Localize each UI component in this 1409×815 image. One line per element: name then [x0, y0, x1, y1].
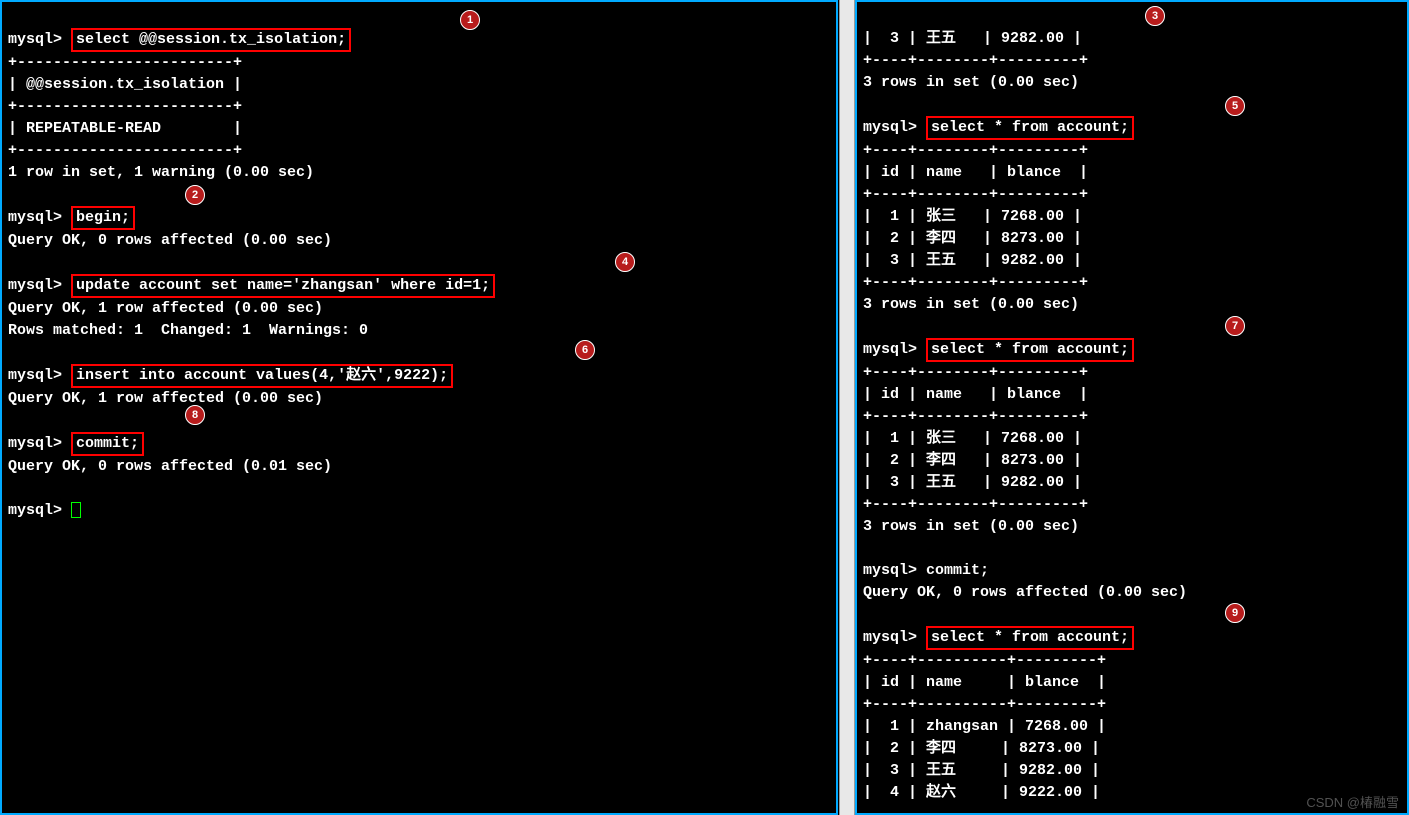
- table-separator: +----+--------+---------+: [863, 364, 1088, 381]
- table-header: | @@session.tx_isolation |: [8, 76, 242, 93]
- table-separator: +------------------------+: [8, 98, 242, 115]
- terminal-left[interactable]: mysql> select @@session.tx_isolation; +-…: [0, 0, 838, 815]
- watermark-text: CSDN @椿融雪: [1306, 792, 1399, 811]
- mysql-prompt: mysql>: [8, 435, 62, 452]
- cursor-icon: [71, 502, 81, 518]
- table-separator: +------------------------+: [8, 142, 242, 159]
- table-separator: +----+--------+---------+: [863, 142, 1088, 159]
- table-row: | REPEATABLE-READ |: [8, 120, 242, 137]
- command-select-5: select * from account;: [926, 116, 1134, 140]
- mysql-prompt: mysql>: [863, 562, 917, 579]
- table-row: | 1 | 张三 | 7268.00 |: [863, 208, 1082, 225]
- table-separator: +----+--------+---------+: [863, 496, 1088, 513]
- table-row: | 4 | 赵六 | 9222.00 |: [863, 784, 1100, 801]
- command-insert: insert into account values(4,'赵六',9222);: [71, 364, 453, 388]
- table-separator: +----+--------+---------+: [863, 408, 1088, 425]
- table-separator: +------------------------+: [8, 54, 242, 71]
- result-text: Rows matched: 1 Changed: 1 Warnings: 0: [8, 322, 368, 339]
- result-text: 3 rows in set (0.00 sec): [863, 74, 1079, 91]
- command-commit: commit;: [71, 432, 144, 456]
- table-row: | 1 | zhangsan | 7268.00 |: [863, 718, 1106, 735]
- mysql-prompt: mysql>: [8, 277, 62, 294]
- step-badge-6: 6: [575, 340, 595, 360]
- table-row: | 3 | 王五 | 9282.00 |: [863, 474, 1082, 491]
- table-header: | id | name | blance |: [863, 386, 1088, 403]
- mysql-prompt: mysql>: [863, 119, 917, 136]
- table-row: | 2 | 李四 | 8273.00 |: [863, 230, 1082, 247]
- mysql-prompt: mysql>: [8, 31, 62, 48]
- table-header: | id | name | blance |: [863, 674, 1106, 691]
- step-badge-5: 5: [1225, 96, 1245, 116]
- table-row: | 1 | 张三 | 7268.00 |: [863, 430, 1082, 447]
- result-text: Query OK, 0 rows affected (0.00 sec): [863, 584, 1187, 601]
- command-update: update account set name='zhangsan' where…: [71, 274, 495, 298]
- table-row: | 3 | 王五 | 9282.00 |: [863, 762, 1100, 779]
- table-header: | id | name | blance |: [863, 164, 1088, 181]
- step-badge-7: 7: [1225, 316, 1245, 336]
- table-separator: +----+--------+---------+: [863, 52, 1088, 69]
- command-select-isolation: select @@session.tx_isolation;: [71, 28, 351, 52]
- table-separator: +----+----------+---------+: [863, 696, 1106, 713]
- result-text: 1 row in set, 1 warning (0.00 sec): [8, 164, 314, 181]
- result-text: Query OK, 0 rows affected (0.00 sec): [8, 232, 332, 249]
- table-row: | 3 | 王五 | 9282.00 |: [863, 30, 1082, 47]
- terminal-right[interactable]: | 3 | 王五 | 9282.00 | +----+--------+----…: [855, 0, 1409, 815]
- step-badge-1: 1: [460, 10, 480, 30]
- result-text: 3 rows in set (0.00 sec): [863, 518, 1079, 535]
- step-badge-4: 4: [615, 252, 635, 272]
- table-separator: +----+--------+---------+: [863, 274, 1088, 291]
- table-separator: +----+----------+---------+: [863, 652, 1106, 669]
- table-row: | 3 | 王五 | 9282.00 |: [863, 252, 1082, 269]
- table-row: | 2 | 李四 | 8273.00 |: [863, 452, 1082, 469]
- mysql-prompt: mysql>: [863, 341, 917, 358]
- mysql-prompt: mysql>: [8, 367, 62, 384]
- mysql-prompt: mysql>: [8, 502, 62, 519]
- step-badge-8: 8: [185, 405, 205, 425]
- result-text: Query OK, 0 rows affected (0.01 sec): [8, 458, 332, 475]
- table-separator: +----+--------+---------+: [863, 186, 1088, 203]
- mysql-prompt: mysql>: [8, 209, 62, 226]
- command-begin: begin;: [71, 206, 135, 230]
- command-select-9: select * from account;: [926, 626, 1134, 650]
- step-badge-2: 2: [185, 185, 205, 205]
- mysql-prompt: mysql>: [863, 629, 917, 646]
- result-text: Query OK, 1 row affected (0.00 sec): [8, 390, 323, 407]
- command-select-7: select * from account;: [926, 338, 1134, 362]
- table-row: | 2 | 李四 | 8273.00 |: [863, 740, 1100, 757]
- step-badge-3: 3: [1145, 6, 1165, 26]
- pane-splitter[interactable]: [839, 0, 855, 815]
- result-text: Query OK, 1 row affected (0.00 sec): [8, 300, 323, 317]
- command-commit-text: commit;: [926, 562, 989, 579]
- result-text: 3 rows in set (0.00 sec): [863, 296, 1079, 313]
- step-badge-9: 9: [1225, 603, 1245, 623]
